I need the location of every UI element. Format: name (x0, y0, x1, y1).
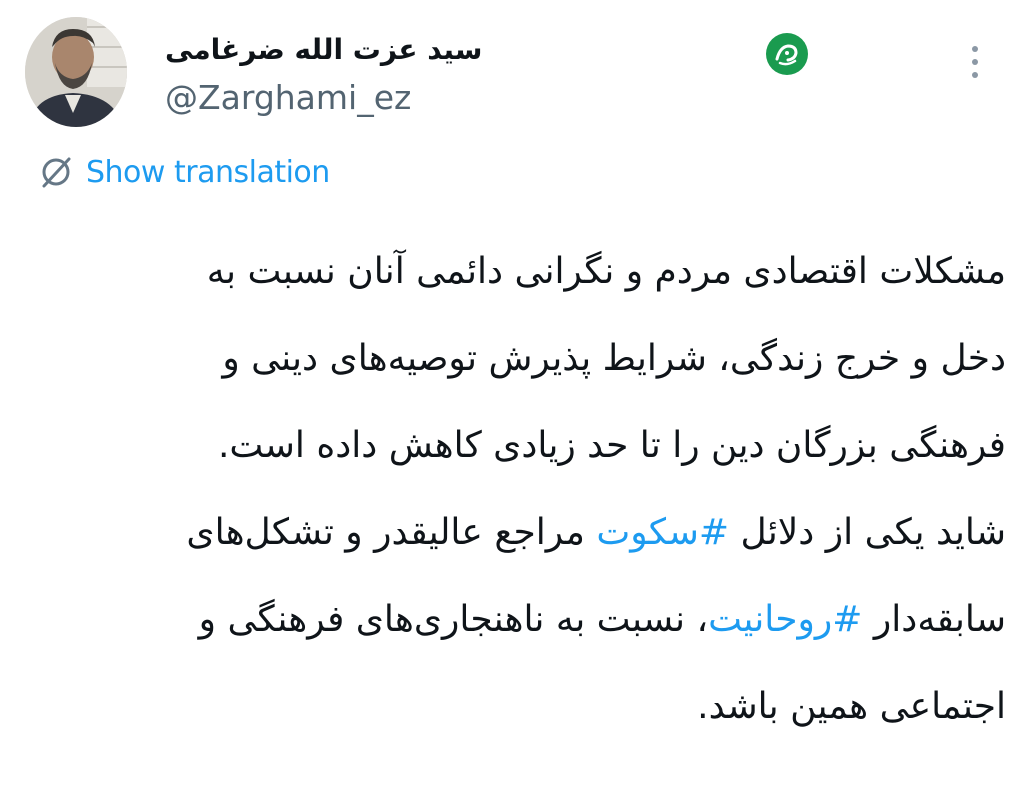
hashtag-link[interactable]: #سکوت (596, 512, 729, 553)
author-display-name[interactable]: سید عزت الله ضرغامی (165, 30, 505, 70)
more-options-icon[interactable] (960, 42, 990, 82)
tweet-line: مشکلات اقتصادی مردم و نگرانی دائمی آنان … (206, 251, 1006, 292)
show-translation-label: Show translation (86, 154, 330, 190)
avatar[interactable] (25, 17, 127, 127)
tweet-line: فرهنگی بزرگان دین را تا حد زیادی کاهش دا… (217, 425, 1006, 466)
tweet-text: مشکلات اقتصادی مردم و نگرانی دائمی آنان … (40, 228, 1006, 750)
author-handle[interactable]: @Zarghami_ez (165, 76, 411, 120)
news-agency-logo-icon (766, 33, 808, 75)
show-translation-link[interactable]: Show translation (38, 150, 330, 194)
translate-icon (42, 157, 71, 188)
tweet-line: سابقه‌دار #روحانیت، نسبت به ناهنجاری‌های… (198, 599, 1006, 640)
tweet-line: شاید یکی از دلائل #سکوت مراجع عالیقدر و … (186, 512, 1006, 553)
tweet-line: دخل و خرج زندگی، شرایط پذیرش توصیه‌های د… (222, 338, 1006, 379)
hashtag-link[interactable]: #روحانیت (708, 599, 862, 640)
tweet-line: اجتماعی همین باشد. (697, 686, 1006, 727)
